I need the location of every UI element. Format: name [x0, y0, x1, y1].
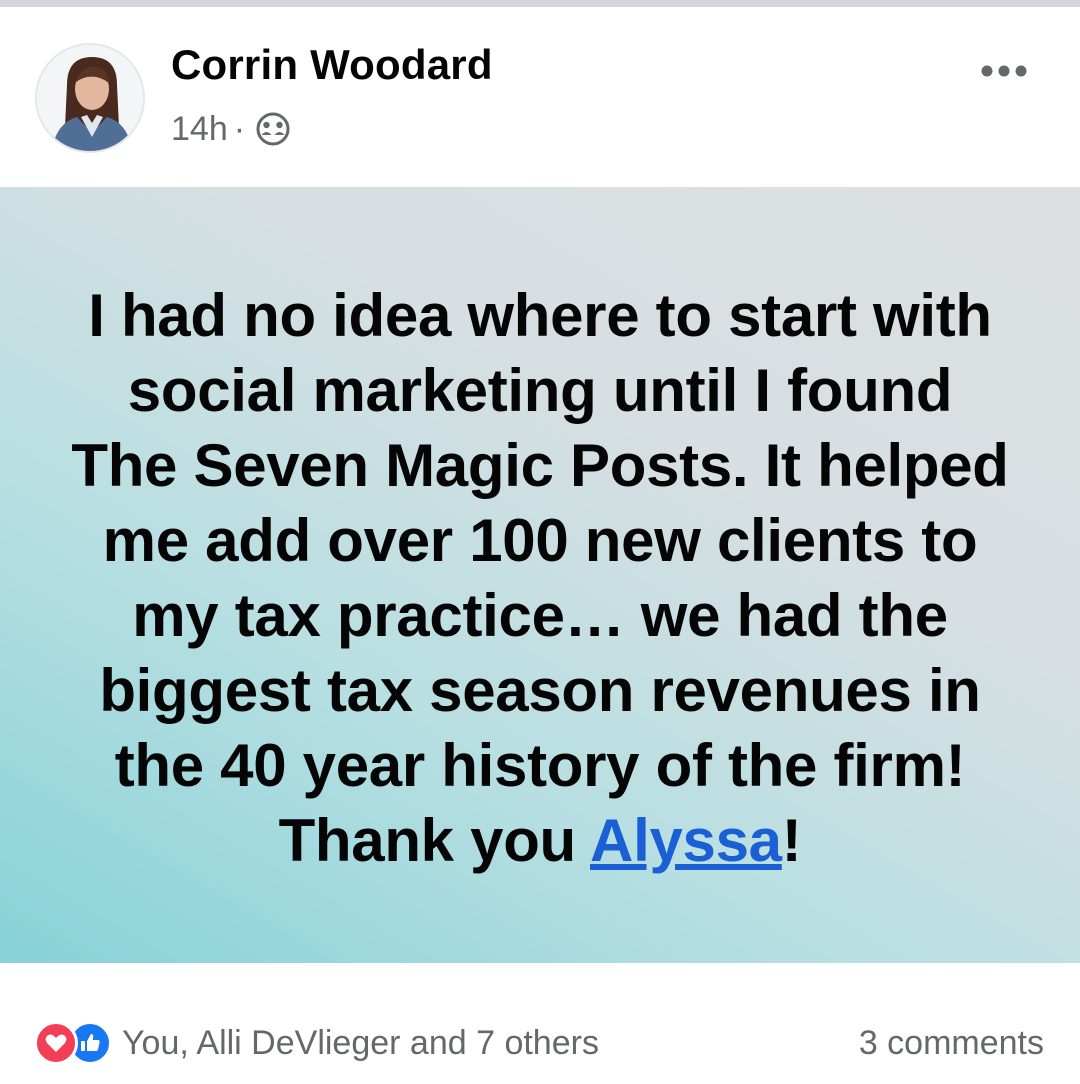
more-options-button[interactable]	[968, 47, 1040, 95]
comments-count[interactable]: 3 comments	[859, 1024, 1044, 1063]
top-divider	[0, 0, 1080, 7]
post-text: I had no idea where to start with social…	[70, 278, 1010, 878]
post-meta: 14h ·	[171, 107, 291, 151]
profile-photo	[37, 45, 143, 151]
meta-separator: ·	[233, 109, 246, 148]
reactions-text: You, Alli DeVlieger and 7 others	[122, 1023, 599, 1062]
post-text-body: I had no idea where to start with social…	[71, 282, 1009, 874]
reactions-summary[interactable]: You, Alli DeVlieger and 7 others	[34, 1021, 599, 1065]
avatar[interactable]	[35, 43, 145, 153]
ellipsis-icon	[981, 65, 1027, 77]
post-time[interactable]: 14h	[171, 110, 228, 149]
mention-link[interactable]: Alyssa	[590, 807, 782, 874]
post-text-end: !	[781, 807, 802, 874]
friends-icon[interactable]	[255, 111, 291, 147]
author-name[interactable]: Corrin Woodard	[171, 41, 493, 89]
post-header: Corrin Woodard 14h ·	[0, 7, 1080, 187]
love-reaction-icon	[34, 1021, 78, 1065]
